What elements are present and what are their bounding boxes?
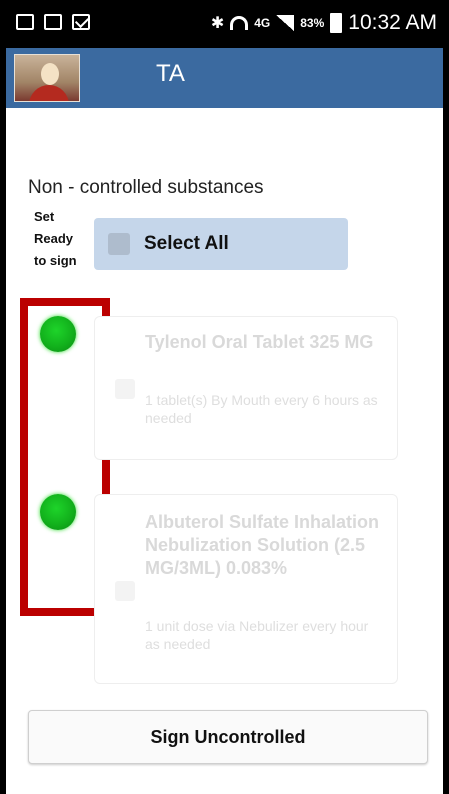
medication-name: Tylenol Oral Tablet 325 MG [145,332,374,352]
medication-name: Albuterol Sulfate Inhalation Nebulizatio… [145,512,380,578]
app-header: TA [6,48,443,108]
medication-sig: 1 tablet(s) By Mouth every 6 hours as ne… [145,392,378,426]
ready-indicator-icon[interactable] [40,316,76,352]
network-type: 4G [254,16,271,30]
medication-card[interactable]: Tylenol Oral Tablet 325 MG 1 tablet(s) B… [94,316,398,460]
battery-icon [330,13,343,33]
status-indicators: ✱ 4G 83% 10:32 AM [211,11,437,35]
app-screen: ✱ 4G 83% 10:32 AM TA Non - controlled su… [6,0,443,794]
select-all-checkbox[interactable] [108,233,130,255]
signal-icon [276,15,295,31]
image-notification-icon [44,14,62,30]
ready-indicator-icon[interactable] [40,494,76,530]
clock: 10:32 AM [348,11,437,34]
mail-notification-icon [72,14,90,30]
header-title: TA [156,60,185,87]
wifi-icon [230,16,249,30]
medication-card[interactable]: Albuterol Sulfate Inhalation Nebulizatio… [94,494,398,684]
medication-checkbox[interactable] [115,581,135,601]
ready-to-sign-label: Set Ready to sign [34,209,77,268]
status-bar: ✱ 4G 83% 10:32 AM [6,0,443,48]
select-all-button[interactable]: Select All [94,218,348,270]
section-title: Non - controlled substances [28,177,264,198]
medication-checkbox[interactable] [115,379,135,399]
gallery-notification-icon [16,14,34,30]
bluetooth-icon: ✱ [210,15,225,32]
user-avatar[interactable] [14,54,80,102]
sign-uncontrolled-button[interactable]: Sign Uncontrolled [28,710,428,764]
notification-icons [16,14,90,30]
medication-sig: 1 unit dose via Nebulizer every hour as … [145,618,369,652]
battery-percent: 83% [300,16,325,30]
select-all-label: Select All [144,233,229,254]
